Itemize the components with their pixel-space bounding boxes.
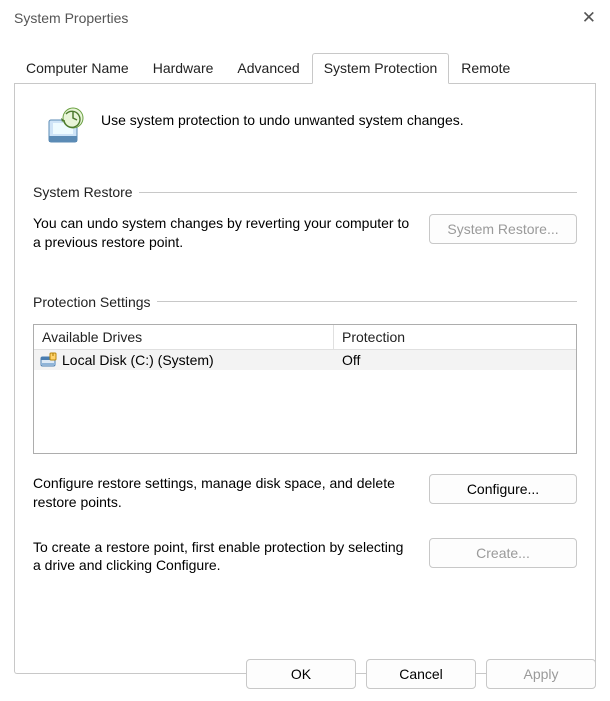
tab-remote[interactable]: Remote bbox=[449, 53, 522, 84]
drive-icon bbox=[40, 352, 58, 368]
tab-advanced[interactable]: Advanced bbox=[225, 53, 311, 84]
create-button: Create... bbox=[429, 538, 577, 568]
drive-name: Local Disk (C:) (System) bbox=[62, 352, 214, 368]
tab-panel: Use system protection to undo unwanted s… bbox=[14, 84, 596, 674]
titlebar: System Properties ✕ bbox=[0, 0, 610, 36]
drive-row[interactable]: Local Disk (C:) (System) Off bbox=[34, 350, 576, 370]
system-restore-button: System Restore... bbox=[429, 214, 577, 244]
tab-hardware[interactable]: Hardware bbox=[141, 53, 226, 84]
ok-button[interactable]: OK bbox=[246, 659, 356, 689]
tab-computer-name[interactable]: Computer Name bbox=[14, 53, 141, 84]
tab-system-protection[interactable]: System Protection bbox=[312, 53, 450, 84]
system-restore-desc: You can undo system changes by reverting… bbox=[33, 214, 413, 252]
intro-text: Use system protection to undo unwanted s… bbox=[101, 106, 464, 128]
tab-strip: Computer Name Hardware Advanced System P… bbox=[14, 52, 596, 84]
drive-protection-status: Off bbox=[334, 350, 576, 370]
drives-list[interactable]: Available Drives Protection bbox=[33, 324, 577, 454]
configure-desc: Configure restore settings, manage disk … bbox=[33, 474, 413, 512]
header-protection[interactable]: Protection bbox=[334, 325, 576, 349]
header-available-drives[interactable]: Available Drives bbox=[34, 325, 334, 349]
configure-button[interactable]: Configure... bbox=[429, 474, 577, 504]
cancel-button[interactable]: Cancel bbox=[366, 659, 476, 689]
create-desc: To create a restore point, first enable … bbox=[33, 538, 413, 576]
apply-button: Apply bbox=[486, 659, 596, 689]
group-protection-settings: Protection Settings bbox=[33, 294, 577, 310]
system-protection-icon bbox=[43, 106, 87, 150]
window-title: System Properties bbox=[14, 10, 128, 26]
close-icon[interactable]: ✕ bbox=[582, 8, 596, 28]
drives-header: Available Drives Protection bbox=[34, 325, 576, 350]
group-system-restore: System Restore bbox=[33, 184, 577, 200]
dialog-buttons: OK Cancel Apply bbox=[246, 659, 596, 689]
